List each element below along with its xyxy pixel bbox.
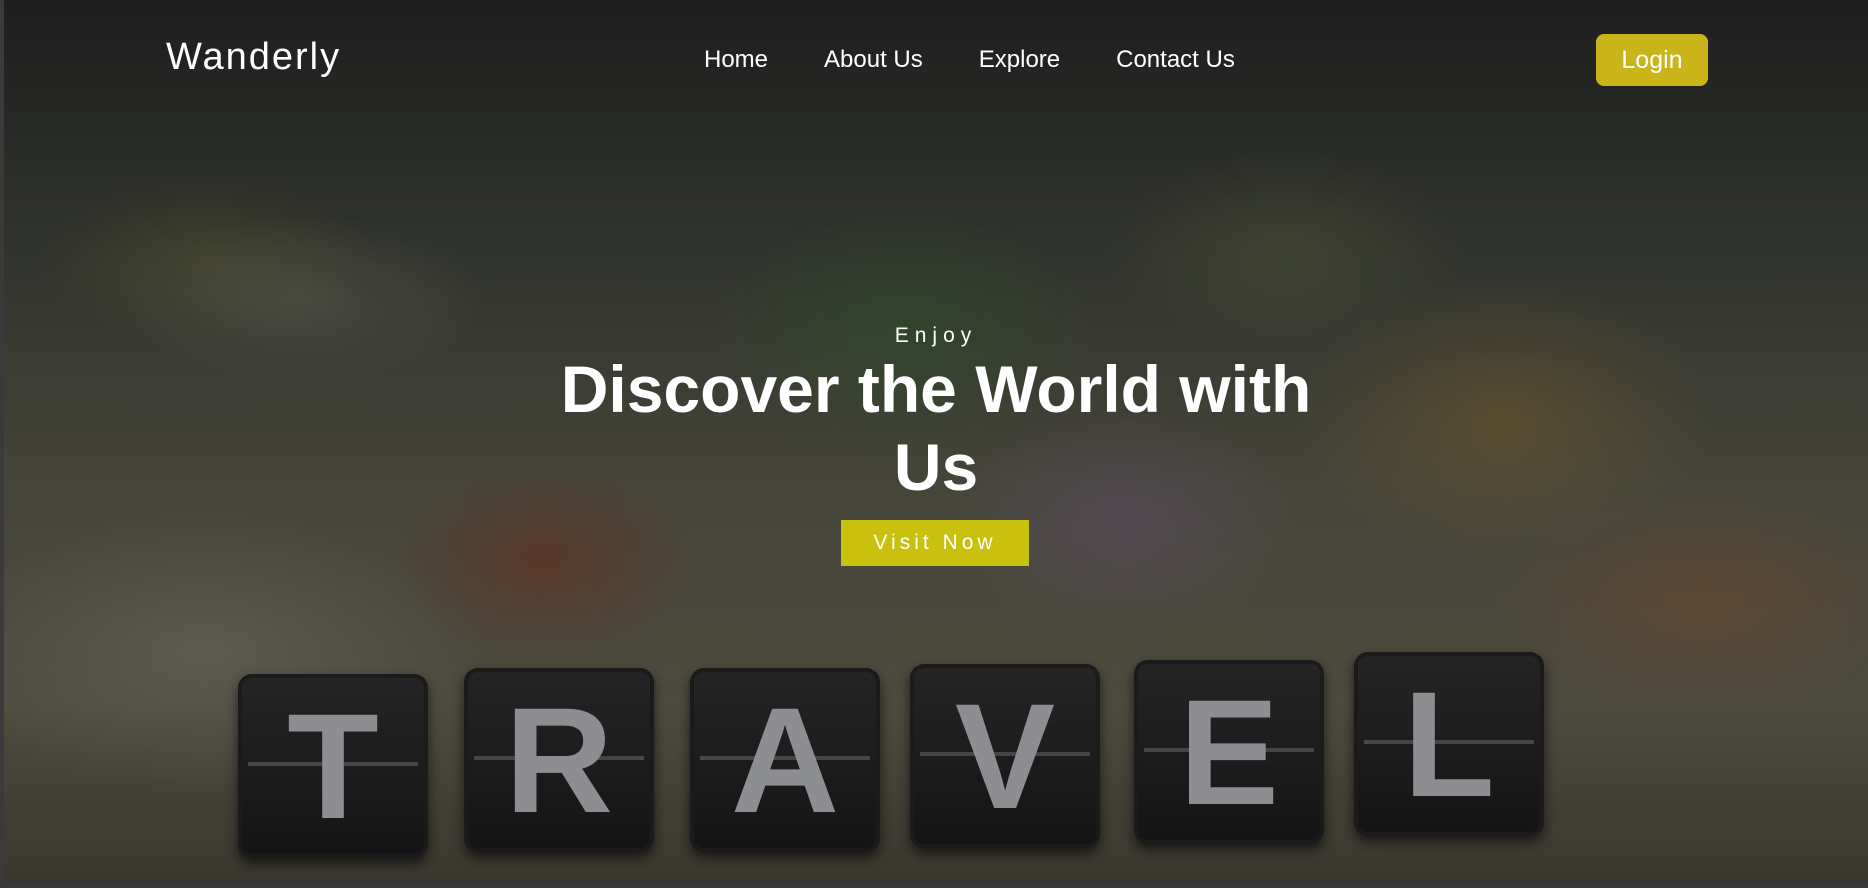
hero-kicker: Enjoy — [894, 324, 978, 347]
nav-item-explore[interactable]: Explore — [979, 46, 1060, 74]
hero-headline: Discover the World with Us — [560, 352, 1312, 504]
main-nav: Home About Us Explore Contact Us — [704, 46, 1235, 74]
visit-now-button[interactable]: Visit Now — [841, 520, 1029, 566]
nav-item-contact-us[interactable]: Contact Us — [1116, 46, 1235, 74]
brand-logo[interactable]: Wanderly — [166, 36, 341, 79]
hero-overlay: Wanderly Home About Us Explore Contact U… — [4, 0, 1868, 882]
nav-item-about-us[interactable]: About Us — [824, 46, 923, 74]
login-button[interactable]: Login — [1596, 34, 1708, 86]
nav-item-home[interactable]: Home — [704, 46, 768, 74]
hero-section: T R A V E L Wanderly Home About Us Explo… — [4, 0, 1868, 882]
